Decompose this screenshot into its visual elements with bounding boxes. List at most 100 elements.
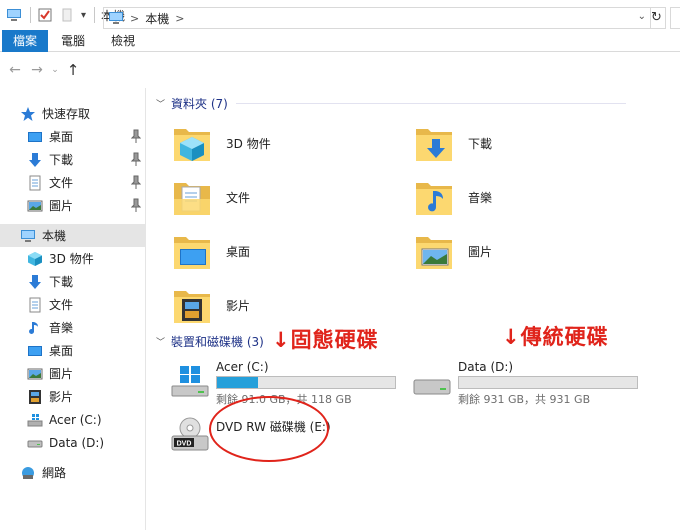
film-folder-icon (174, 291, 210, 323)
annotation-ssd: ↓固態硬碟 (272, 328, 379, 352)
cube-folder-icon (174, 129, 210, 161)
download-folder-icon (416, 129, 452, 161)
drive-usage-bar (216, 376, 396, 389)
pin-icon[interactable] (131, 152, 141, 166)
sidebar-item-drive-c[interactable]: Acer (C:) (0, 408, 145, 431)
folder-downloads[interactable]: 下載 (412, 118, 642, 168)
sidebar-item-videos[interactable]: 影片 (0, 385, 145, 408)
sidebar-item-desktop[interactable]: 桌面 (0, 125, 145, 148)
sidebar-item-label: 圖片 (49, 199, 74, 213)
tab-view[interactable]: 檢視 (98, 30, 148, 52)
folder-label: 圖片 (468, 244, 493, 259)
network-icon (22, 466, 34, 479)
dvd-drive-icon: DVD (171, 417, 209, 451)
sidebar-item-label: 音樂 (49, 321, 74, 335)
sidebar-item-quick-access[interactable]: 快速存取 (0, 102, 145, 125)
folder-pictures[interactable]: 圖片 (412, 226, 642, 276)
customize-quick-access-icon[interactable]: ▾ (81, 10, 86, 21)
sidebar-item-music[interactable]: 音樂 (0, 316, 145, 339)
back-arrow-icon[interactable]: ← (4, 62, 26, 78)
drive-space-info: 剩餘 931 GB，共 931 GB (458, 393, 591, 406)
folder-music[interactable]: 音樂 (412, 172, 642, 222)
address-bar[interactable]: > 本機 > ⌄ (103, 7, 651, 29)
sidebar-item-documents-pc[interactable]: 文件 (0, 293, 145, 316)
folder-label: 桌面 (226, 244, 251, 259)
folder-label: 文件 (226, 190, 251, 205)
film-icon (29, 389, 41, 404)
sidebar-item-downloads-pc[interactable]: 下載 (0, 270, 145, 293)
sidebar-item-label: 桌面 (49, 344, 74, 358)
divider (235, 102, 626, 104)
drive-name: Data (D:) (458, 360, 514, 374)
sidebar-item-label: 桌面 (49, 130, 74, 144)
document-icon (29, 175, 41, 190)
drive-name: Acer (C:) (216, 360, 269, 374)
drive-icon (27, 440, 43, 447)
annotation-hdd: ↓傳統硬碟 (502, 325, 609, 349)
windows-drive-icon (171, 366, 209, 397)
document-folder-icon (174, 183, 210, 215)
navigation-bar: ← → ⌄ ↑ (0, 52, 680, 88)
drive-c[interactable]: Acer (C:) 剩餘 91.0 GB，共 118 GB (170, 358, 410, 406)
pin-icon[interactable] (131, 129, 141, 143)
sidebar-item-documents[interactable]: 文件 (0, 171, 145, 194)
music-icon (29, 321, 38, 334)
group-title: 資料夾 (7) (171, 96, 228, 111)
chevron-down-icon[interactable]: ﹀ (156, 97, 165, 110)
chevron-down-icon[interactable]: ⌄ (638, 11, 646, 22)
tab-computer[interactable]: 電腦 (48, 30, 98, 52)
music-folder-icon (416, 183, 452, 215)
chevron-right-icon[interactable]: > (175, 12, 184, 25)
drive-d[interactable]: Data (D:) 剩餘 931 GB，共 931 GB (412, 358, 652, 406)
navigation-pane: 快速存取 桌面 下載 文件 圖片 本機 3D 物件 下載 文件 音樂 桌面 圖片… (0, 96, 145, 530)
folder-label: 音樂 (468, 190, 493, 205)
sidebar-item-label: Acer (C:) (49, 412, 102, 427)
folder-3d-objects[interactable]: 3D 物件 (170, 118, 400, 168)
sidebar-item-drive-d[interactable]: Data (D:) (0, 431, 145, 454)
forward-arrow-icon[interactable]: → (26, 62, 48, 78)
picture-folder-icon (416, 237, 452, 269)
pin-icon[interactable] (131, 198, 141, 212)
address-path[interactable]: 本機 (145, 10, 169, 27)
search-input[interactable] (670, 7, 680, 29)
computer-icon (7, 9, 21, 21)
content-pane: ﹀ 資料夾 (7) 3D 物件 下載 文件 音樂 桌面 圖片 影片 ﹀ 裝置和磁… (146, 88, 680, 530)
up-arrow-icon[interactable]: ↑ (62, 61, 84, 79)
refresh-button[interactable]: ↻ (648, 7, 666, 29)
sidebar-item-pictures-pc[interactable]: 圖片 (0, 362, 145, 385)
drive-icon (413, 379, 451, 395)
sidebar-item-downloads[interactable]: 下載 (0, 148, 145, 171)
cube-icon (28, 251, 42, 266)
chevron-right-icon[interactable]: > (130, 12, 139, 25)
star-icon (21, 106, 35, 121)
sidebar-item-desktop-pc[interactable]: 桌面 (0, 339, 145, 362)
folder-documents[interactable]: 文件 (170, 172, 400, 222)
new-folder-icon[interactable] (59, 7, 75, 23)
sidebar-item-label: 文件 (49, 176, 74, 190)
chevron-down-icon[interactable]: ﹀ (156, 335, 165, 348)
desktop-icon (28, 131, 42, 142)
sidebar-item-label: 文件 (49, 298, 74, 312)
pin-icon[interactable] (131, 175, 141, 189)
folder-label: 3D 物件 (226, 136, 271, 151)
refresh-icon: ↻ (651, 10, 662, 25)
sidebar-item-3d-objects[interactable]: 3D 物件 (0, 247, 145, 270)
folders-group-header[interactable]: ﹀ 資料夾 (7) (156, 94, 676, 112)
tab-file[interactable]: 檔案 (2, 30, 49, 52)
sidebar-item-label: 圖片 (49, 367, 74, 381)
desktop-icon (28, 345, 42, 356)
properties-icon[interactable] (37, 7, 53, 23)
svg-text:DVD: DVD (177, 441, 192, 448)
sidebar-item-label: Data (D:) (49, 435, 105, 450)
sidebar-item-label: 本機 (42, 229, 67, 243)
sidebar-item-pictures[interactable]: 圖片 (0, 194, 145, 217)
separator (30, 7, 31, 23)
folder-videos[interactable]: 影片 (170, 280, 400, 330)
download-icon (29, 274, 41, 289)
folder-desktop[interactable]: 桌面 (170, 226, 400, 276)
sidebar-item-this-pc[interactable]: 本機 (0, 224, 145, 247)
picture-icon (27, 200, 43, 211)
recent-locations-icon[interactable]: ⌄ (48, 65, 62, 75)
sidebar-item-network[interactable]: 網路 (0, 461, 145, 484)
computer-icon (21, 229, 35, 242)
